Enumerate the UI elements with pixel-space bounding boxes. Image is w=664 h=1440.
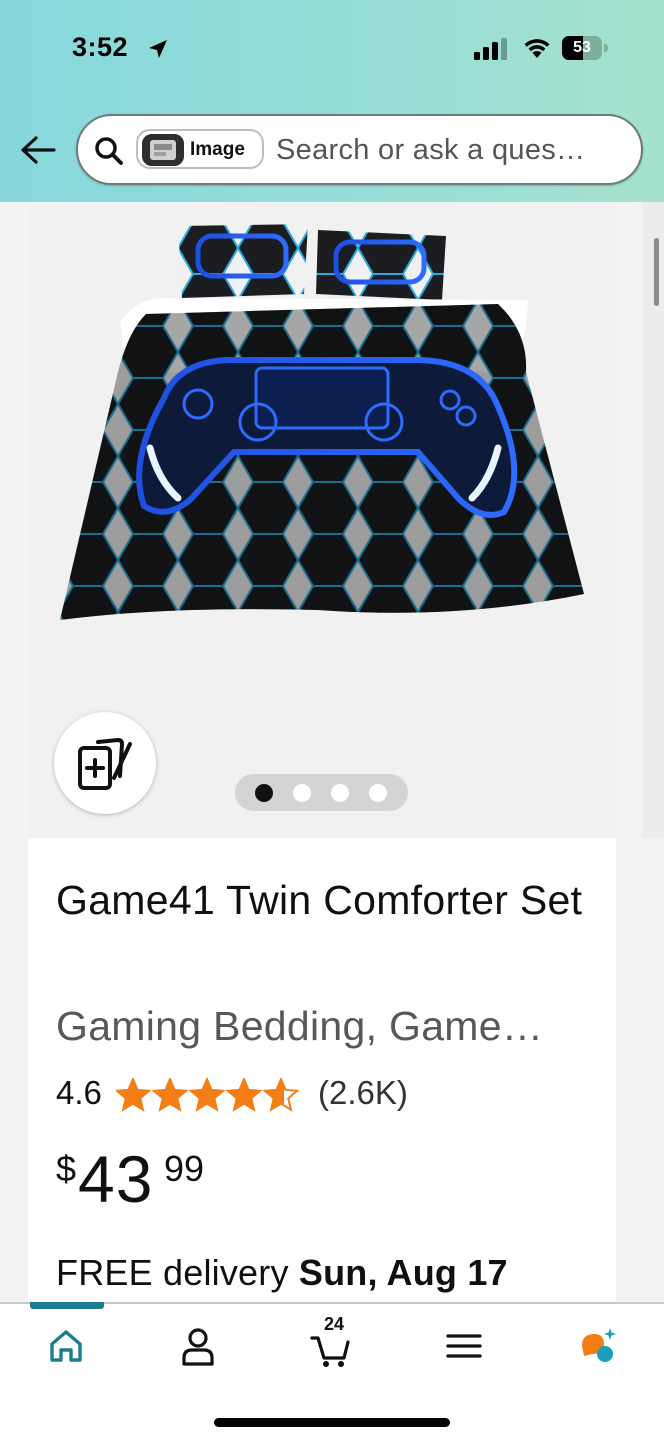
compare-cards-icon <box>78 737 132 790</box>
star <box>116 1078 152 1112</box>
rating-value: 4.6 <box>56 1074 102 1111</box>
price-currency: $ <box>56 1148 77 1189</box>
nav-menu[interactable] <box>424 1324 504 1384</box>
account-icon <box>182 1328 214 1366</box>
search-bar[interactable]: Image Search or ask a ques… <box>76 114 643 185</box>
delivery-date: Sun, Aug 17 <box>298 1252 508 1293</box>
search-icon <box>95 137 123 165</box>
add-to-compare-button[interactable] <box>54 712 156 814</box>
star-rating-icon <box>116 1078 300 1112</box>
battery-indicator: 53 <box>562 36 608 60</box>
wifi-icon <box>524 39 550 58</box>
menu-icon <box>446 1334 482 1358</box>
active-tab-indicator <box>30 1302 104 1309</box>
app-header: 3:52 53 Image Search or ask a ques… <box>0 0 664 202</box>
nav-account[interactable] <box>158 1324 238 1384</box>
next-image-peek <box>642 202 664 838</box>
search-input[interactable]: Search or ask a ques… <box>276 134 606 167</box>
star <box>225 1078 263 1112</box>
pagination-dot[interactable] <box>331 784 349 802</box>
delivery-label: FREE delivery <box>56 1252 299 1293</box>
star <box>262 1078 300 1112</box>
product-subtitle[interactable]: Gaming Bedding, Game… <box>56 996 596 1056</box>
home-indicator[interactable] <box>214 1418 450 1427</box>
status-time: 3:52 <box>72 32 129 62</box>
image-pagination[interactable] <box>235 774 408 811</box>
scroll-indicator <box>654 238 659 306</box>
cellular-signal-icon <box>474 38 507 60</box>
price-whole: 43 <box>78 1142 154 1216</box>
rating-row[interactable]: 4.6 (2.6K) <box>56 1072 616 1120</box>
product-image[interactable] <box>58 222 586 626</box>
image-search-chip[interactable]: Image <box>136 129 264 169</box>
rufus-icon <box>582 1328 616 1362</box>
back-arrow-icon[interactable] <box>20 134 56 166</box>
product-title[interactable]: Game41 Twin Comforter Set <box>56 868 596 932</box>
rating-count[interactable]: (2.6K) <box>318 1074 408 1112</box>
image-thumbnail <box>142 134 184 166</box>
image-chip-label: Image <box>190 139 245 160</box>
battery-level: 53 <box>573 39 591 56</box>
price-fraction: 99 <box>164 1148 205 1189</box>
star <box>188 1078 226 1112</box>
cart-count-badge: 24 <box>324 1314 345 1334</box>
delivery-info: FREE delivery Sun, Aug 17 <box>56 1252 636 1294</box>
nav-rufus[interactable] <box>558 1324 638 1384</box>
pagination-dot[interactable] <box>369 784 387 802</box>
home-icon <box>50 1330 82 1362</box>
location-arrow-icon <box>149 40 167 58</box>
pagination-dot[interactable] <box>255 784 273 802</box>
star <box>151 1078 189 1112</box>
pagination-dot[interactable] <box>293 784 311 802</box>
nav-home[interactable] <box>26 1324 106 1384</box>
